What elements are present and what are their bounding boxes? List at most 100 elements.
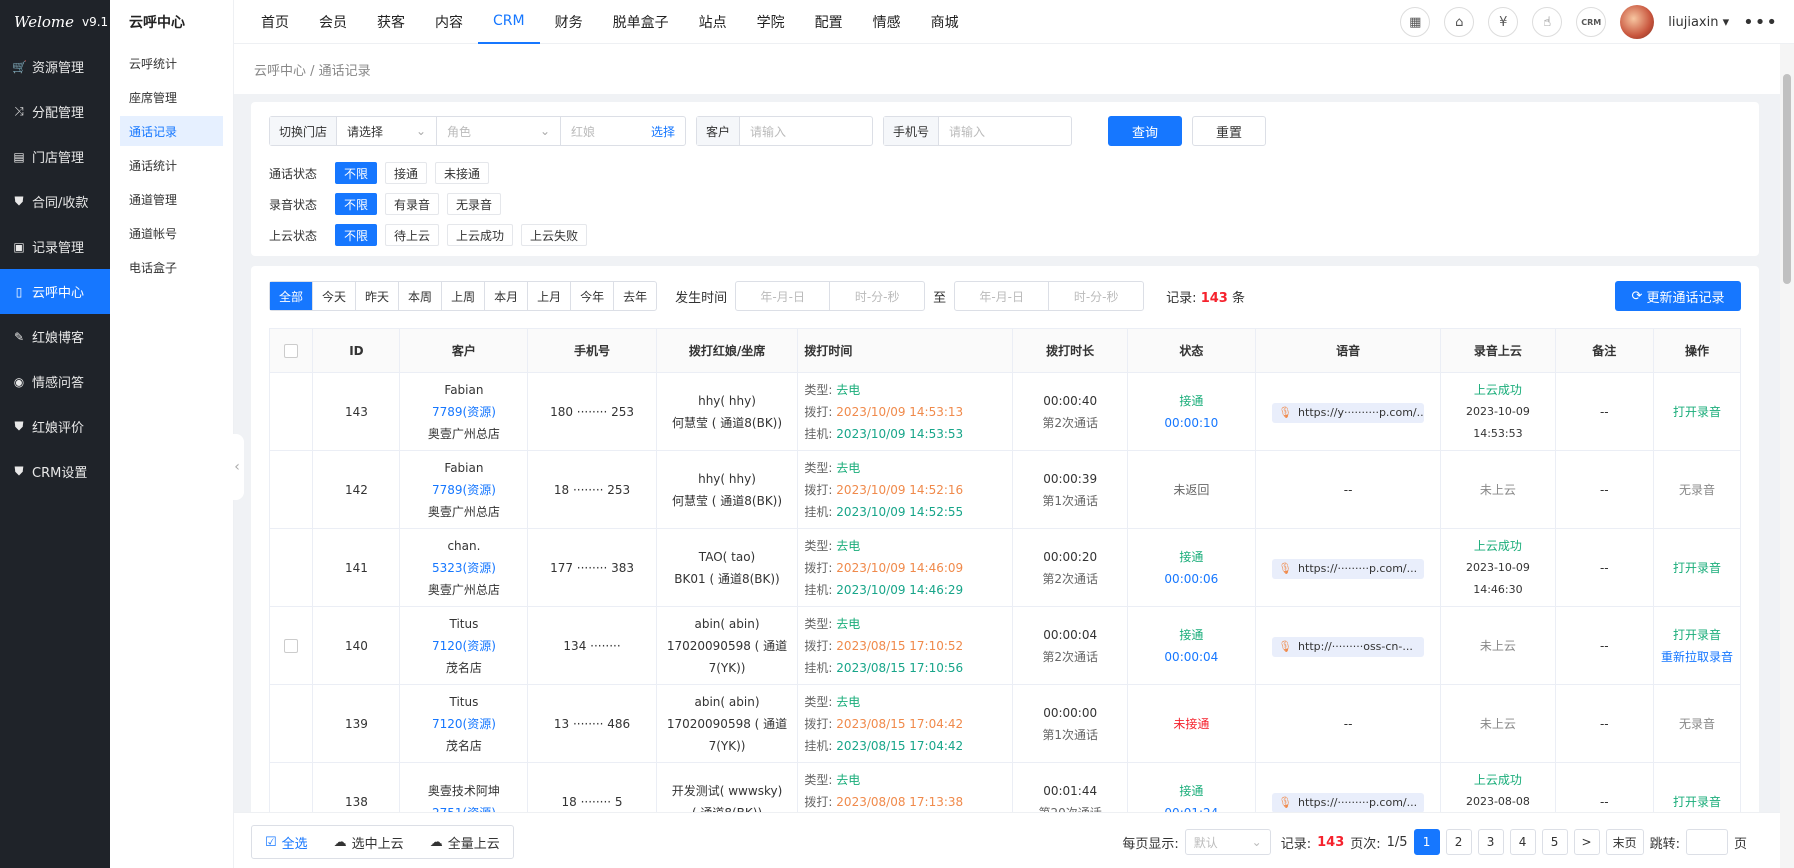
customer-input[interactable]: 请输入 bbox=[740, 117, 872, 145]
open-recording-link[interactable]: 打开录音 bbox=[1654, 401, 1739, 423]
choose-matchmaker-link[interactable]: 选择 bbox=[651, 123, 675, 140]
page-button-5[interactable]: 5 bbox=[1541, 829, 1568, 855]
cloud-status-option-1[interactable]: 待上云 bbox=[385, 224, 440, 246]
top-menu-item-2[interactable]: 获客 bbox=[362, 0, 420, 44]
avatar[interactable] bbox=[1620, 5, 1655, 39]
sub-nav-item-5[interactable]: 通道帐号 bbox=[120, 218, 223, 248]
page-scrollbar[interactable] bbox=[1780, 44, 1794, 868]
nav-item-2[interactable]: ▤ 门店管理 bbox=[0, 134, 110, 179]
row-checkbox[interactable] bbox=[284, 639, 299, 653]
page-button-1[interactable]: 1 bbox=[1413, 829, 1440, 855]
top-menu-item-7[interactable]: 站点 bbox=[684, 0, 742, 44]
jump-page-input[interactable] bbox=[1685, 829, 1728, 855]
end-time-input[interactable]: 时-分-秒 bbox=[1049, 282, 1143, 310]
open-recording-link[interactable]: 打开录音 bbox=[1654, 791, 1739, 813]
username-dropdown[interactable]: liujiaxin ▾ bbox=[1668, 15, 1729, 30]
start-time-input[interactable]: 时-分-秒 bbox=[830, 282, 924, 310]
top-menu-item-8[interactable]: 学院 bbox=[742, 0, 800, 44]
store-select[interactable]: 请选择 ⌄ bbox=[337, 117, 438, 145]
nav-item-9[interactable]: ⛊ CRM设置 bbox=[0, 449, 110, 494]
customer-resource-link[interactable]: 5323(资源) bbox=[401, 557, 527, 579]
call-status-option-2[interactable]: 未接通 bbox=[435, 162, 490, 184]
select-all-checkbox[interactable] bbox=[284, 343, 299, 358]
cloud-status-option-3[interactable]: 上云失败 bbox=[521, 224, 588, 246]
top-menu-item-10[interactable]: 情感 bbox=[858, 0, 916, 44]
open-recording-link[interactable]: 打开录音 bbox=[1654, 624, 1739, 646]
sub-nav-item-0[interactable]: 云呼统计 bbox=[120, 48, 223, 78]
refresh-records-button[interactable]: ⟳ 更新通话记录 bbox=[1615, 281, 1741, 311]
app-logo[interactable]: Welome v9.1 bbox=[0, 0, 110, 44]
period-option-8[interactable]: 去年 bbox=[614, 282, 656, 310]
voice-player[interactable]: 🎙 https://·········p.com/... bbox=[1272, 558, 1425, 579]
search-button[interactable]: 查询 bbox=[1108, 116, 1183, 146]
matchmaker-input[interactable]: 红娘 选择 bbox=[561, 117, 685, 145]
reset-button[interactable]: 重置 bbox=[1192, 116, 1267, 146]
select-all-button[interactable]: ☑ 全选 bbox=[252, 826, 321, 858]
period-option-3[interactable]: 本周 bbox=[399, 282, 443, 310]
sub-nav-item-2[interactable]: 通话记录 bbox=[120, 116, 223, 146]
record-status-option-2[interactable]: 无录音 bbox=[447, 193, 502, 215]
nav-item-7[interactable]: ◉ 情感问答 bbox=[0, 359, 110, 404]
voice-player[interactable]: 🎙 https://y··········p.com/... bbox=[1272, 402, 1425, 423]
refetch-recording-link[interactable]: 重新拉取录音 bbox=[1654, 646, 1739, 668]
period-option-0[interactable]: 全部 bbox=[270, 282, 314, 310]
upload-selected-button[interactable]: ☁ 选中上云 bbox=[321, 826, 417, 858]
sub-nav-item-3[interactable]: 通话统计 bbox=[120, 150, 223, 180]
nav-item-4[interactable]: ▣ 记录管理 bbox=[0, 224, 110, 269]
cloud-status-option-0[interactable]: 不限 bbox=[335, 224, 378, 246]
sub-nav-item-6[interactable]: 电话盒子 bbox=[120, 252, 223, 282]
home-icon[interactable]: ⌂ bbox=[1444, 7, 1475, 37]
thumb-up-icon[interactable]: ☝ bbox=[1532, 7, 1563, 37]
top-menu-item-4[interactable]: CRM bbox=[478, 0, 540, 44]
nav-item-1[interactable]: ⤨ 分配管理 bbox=[0, 89, 110, 134]
customer-resource-link[interactable]: 7120(资源) bbox=[401, 713, 527, 735]
role-select[interactable]: 角色 ⌄ bbox=[437, 117, 562, 145]
period-option-4[interactable]: 上周 bbox=[442, 282, 486, 310]
nav-item-0[interactable]: 🛒 资源管理 bbox=[0, 44, 110, 89]
sub-nav-item-1[interactable]: 座席管理 bbox=[120, 82, 223, 112]
open-recording-link[interactable]: 打开录音 bbox=[1654, 557, 1739, 579]
top-menu-item-5[interactable]: 财务 bbox=[540, 0, 598, 44]
top-menu-item-0[interactable]: 首页 bbox=[246, 0, 304, 44]
sub-nav-item-4[interactable]: 通道管理 bbox=[120, 184, 223, 214]
call-status-option-0[interactable]: 不限 bbox=[335, 162, 378, 184]
record-status-option-1[interactable]: 有录音 bbox=[385, 193, 440, 215]
page-button-2[interactable]: 2 bbox=[1445, 829, 1472, 855]
period-option-6[interactable]: 上月 bbox=[528, 282, 572, 310]
page-button-3[interactable]: 3 bbox=[1477, 829, 1504, 855]
phone-input[interactable]: 请输入 bbox=[939, 117, 1071, 145]
more-icon[interactable]: ••• bbox=[1743, 12, 1778, 33]
voice-player[interactable]: 🎙 https://·········p.com/... bbox=[1272, 792, 1425, 813]
crm-icon[interactable]: CRM bbox=[1576, 7, 1607, 37]
top-menu-item-3[interactable]: 内容 bbox=[420, 0, 478, 44]
call-status-option-1[interactable]: 接通 bbox=[385, 162, 428, 184]
top-menu-item-9[interactable]: 配置 bbox=[800, 0, 858, 44]
customer-resource-link[interactable]: 7789(资源) bbox=[401, 479, 527, 501]
record-status-option-0[interactable]: 不限 bbox=[335, 193, 378, 215]
collapse-sidebar-button[interactable]: ‹ bbox=[230, 434, 244, 500]
top-menu-item-6[interactable]: 脱单盒子 bbox=[598, 0, 684, 44]
period-option-1[interactable]: 今天 bbox=[313, 282, 357, 310]
customer-resource-link[interactable]: 7789(资源) bbox=[401, 401, 527, 423]
period-option-2[interactable]: 昨天 bbox=[356, 282, 400, 310]
nav-item-6[interactable]: ✎ 红娘博客 bbox=[0, 314, 110, 359]
cloud-status-option-2[interactable]: 上云成功 bbox=[447, 224, 514, 246]
upload-all-button[interactable]: ☁ 全量上云 bbox=[417, 826, 513, 858]
start-date-input[interactable]: 年-月-日 bbox=[736, 282, 831, 310]
period-option-5[interactable]: 本月 bbox=[485, 282, 529, 310]
voice-player[interactable]: 🎙 http://·········oss-cn-... bbox=[1272, 636, 1425, 657]
money-bag-icon[interactable]: ¥ bbox=[1488, 7, 1519, 37]
end-date-input[interactable]: 年-月-日 bbox=[955, 282, 1050, 310]
nav-item-8[interactable]: ⛊ 红娘评价 bbox=[0, 404, 110, 449]
top-menu-item-11[interactable]: 商城 bbox=[916, 0, 974, 44]
per-page-select[interactable]: 默认 ⌄ bbox=[1184, 829, 1271, 855]
top-menu-item-1[interactable]: 会员 bbox=[304, 0, 362, 44]
calendar-icon[interactable]: ▦ bbox=[1400, 7, 1431, 37]
page-button-4[interactable]: 4 bbox=[1509, 829, 1536, 855]
nav-item-3[interactable]: ⛊ 合同/收款 bbox=[0, 179, 110, 224]
scrollbar-thumb[interactable] bbox=[1783, 74, 1791, 284]
last-page-button[interactable]: 末页 bbox=[1605, 829, 1644, 855]
next-page-button[interactable]: > bbox=[1573, 829, 1600, 855]
period-option-7[interactable]: 今年 bbox=[571, 282, 615, 310]
customer-resource-link[interactable]: 7120(资源) bbox=[401, 635, 527, 657]
